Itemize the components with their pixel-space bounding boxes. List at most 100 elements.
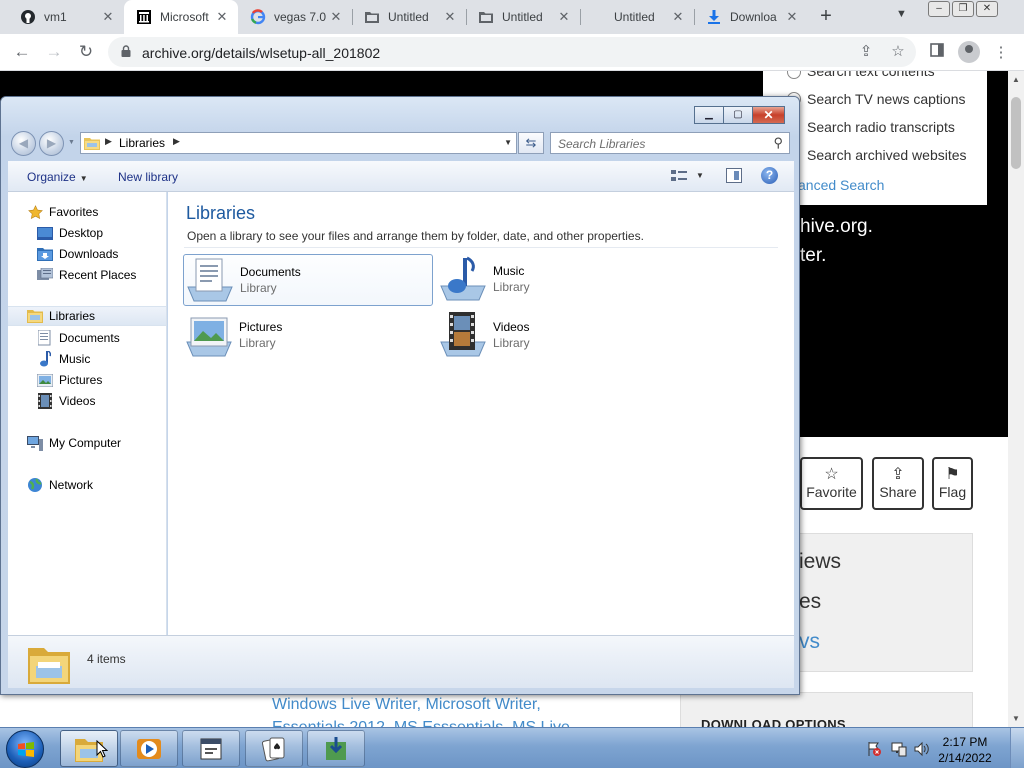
back-arrow-icon[interactable]: ← (12, 42, 32, 62)
forward-arrow-icon[interactable]: → (44, 42, 64, 62)
tab-search-chevron-icon[interactable]: ▼ (896, 8, 907, 20)
library-music[interactable]: Music Library (437, 254, 687, 306)
close-button[interactable]: ✕ (976, 1, 998, 17)
scrollbar-thumb[interactable] (1011, 97, 1021, 169)
minimize-button[interactable]: – (928, 1, 950, 17)
nav-label: Desktop (59, 226, 104, 240)
taskbar-solitaire-button[interactable] (245, 730, 303, 767)
new-library-button[interactable]: New library (118, 170, 178, 184)
new-tab-button[interactable]: + (814, 5, 838, 29)
tab-title: vm1 (44, 10, 67, 24)
nav-my-computer[interactable]: My Computer (27, 433, 121, 453)
breadcrumb-arrow-icon[interactable]: ▶ (105, 136, 112, 147)
nav-downloads[interactable]: Downloads (37, 244, 118, 264)
search-option-websites[interactable]: Search archived websites (807, 147, 967, 163)
nav-network[interactable]: Network (27, 475, 93, 495)
media-player-icon (137, 738, 161, 759)
maximize-button[interactable]: ❐ (952, 1, 974, 17)
taskbar-installer-button[interactable] (307, 730, 365, 767)
explorer-forward-button[interactable]: ▶ (39, 131, 64, 156)
tab-microsoft[interactable]: Microsoft ✕ (124, 0, 238, 34)
keywords-line[interactable]: Essentials 2012, MS Esssentials, MS Live (272, 716, 602, 727)
flag-button[interactable]: ⚑ Flag (932, 457, 973, 510)
network-globe-icon (27, 477, 43, 493)
bookmark-star-icon[interactable]: ☆ (889, 43, 907, 61)
close-tab-icon[interactable]: ✕ (670, 9, 686, 25)
pictures-library-icon (186, 317, 232, 357)
explorer-close-button[interactable]: ✕ (752, 106, 785, 124)
side-panel-icon[interactable] (926, 42, 948, 64)
taskbar-app-window-button[interactable] (182, 730, 240, 767)
tab-untitled-2[interactable]: Untitled ✕ (466, 0, 580, 34)
explorer-search-input[interactable]: Search Libraries ⚲ (550, 132, 790, 154)
share-icon[interactable]: ⇪ (857, 43, 875, 61)
change-view-icon[interactable] (671, 169, 687, 183)
close-tab-icon[interactable]: ✕ (784, 9, 800, 25)
explorer-maximize-button[interactable]: ▢ (723, 106, 753, 124)
keywords-line[interactable]: Windows Live Writer, Microsoft Writer, (272, 693, 602, 716)
organize-menu[interactable]: Organize ▼ (27, 170, 88, 184)
close-tab-icon[interactable]: ✕ (328, 9, 344, 25)
show-desktop-button[interactable] (1010, 728, 1024, 768)
nav-desktop[interactable]: Desktop (37, 223, 103, 243)
explorer-address-bar[interactable]: ▶ Libraries ▶ ▼ (80, 132, 517, 154)
archive-org-icon (136, 9, 152, 25)
close-tab-icon[interactable]: ✕ (556, 9, 572, 25)
network-status-icon[interactable] (891, 741, 907, 757)
volume-speaker-icon[interactable] (914, 741, 930, 757)
share-button[interactable]: ⇪ Share (872, 457, 924, 510)
refresh-button[interactable]: ⇆ (518, 132, 544, 154)
breadcrumb-arrow-icon[interactable]: ▶ (173, 136, 180, 147)
system-clock[interactable]: 2:17 PM 2/14/2022 (930, 734, 1000, 766)
views-dropdown-icon[interactable]: ▼ (696, 171, 704, 180)
profile-avatar[interactable] (958, 41, 980, 63)
action-center-flag-icon[interactable] (866, 741, 882, 757)
library-videos[interactable]: Videos Library (437, 310, 687, 362)
nav-recent-places[interactable]: Recent Places (37, 265, 136, 285)
advanced-search-link[interactable]: vanced Search (791, 177, 884, 193)
kebab-menu-icon[interactable]: ⋮ (990, 42, 1012, 64)
tab-untitled-3[interactable]: Untitled ✕ (580, 0, 694, 34)
nav-music[interactable]: Music (37, 349, 90, 369)
tab-vegas[interactable]: vegas 7.0 ✕ (238, 0, 352, 34)
recent-pages-chevron-icon[interactable]: ▼ (68, 139, 75, 146)
nav-videos[interactable]: Videos (37, 391, 95, 411)
preview-pane-icon[interactable] (726, 168, 742, 183)
explorer-minimize-button[interactable]: ▁ (694, 106, 724, 124)
explorer-window: ▁ ▢ ✕ ◀ ▶ ▼ ▶ Libraries ▶ ▼ ⇆ Search Lib… (0, 96, 800, 695)
favorite-button[interactable]: ☆ Favorite (800, 457, 863, 510)
nav-documents[interactable]: Documents (37, 328, 120, 348)
start-button[interactable] (6, 730, 44, 768)
search-option-radio[interactable]: Search radio transcripts (807, 119, 955, 135)
library-pictures[interactable]: Pictures Library (183, 310, 433, 362)
radio-search-text[interactable] (787, 71, 801, 79)
tab-vm1[interactable]: vm1 ✕ (8, 0, 124, 34)
nav-favorites[interactable]: Favorites (27, 202, 98, 222)
close-tab-icon[interactable]: ✕ (442, 9, 458, 25)
close-tab-icon[interactable]: ✕ (100, 9, 116, 25)
reviews-link[interactable]: vs (799, 630, 820, 654)
search-option-tv[interactable]: Search TV news captions (807, 91, 966, 107)
flag-icon: ⚑ (945, 466, 960, 483)
close-tab-icon[interactable]: ✕ (214, 9, 230, 25)
explorer-back-button[interactable]: ◀ (11, 131, 36, 156)
nav-pictures[interactable]: Pictures (37, 370, 102, 390)
tab-untitled-1[interactable]: Untitled ✕ (352, 0, 466, 34)
taskbar-explorer-button[interactable] (60, 730, 118, 767)
windows-logo-icon (18, 742, 34, 757)
tab-downloads[interactable]: Downloa ✕ (694, 0, 808, 34)
library-type: Library (493, 336, 530, 350)
address-bar[interactable]: archive.org/details/wlsetup-all_201802 ⇪… (108, 37, 916, 67)
address-text[interactable]: Libraries (119, 136, 165, 150)
page-scrollbar[interactable]: ▲ ▼ (1008, 71, 1024, 727)
nav-libraries[interactable]: Libraries (8, 306, 166, 326)
library-documents[interactable]: Documents Library (183, 254, 433, 306)
scroll-up-arrow-icon[interactable]: ▲ (1012, 75, 1020, 84)
taskbar-media-player-button[interactable] (120, 730, 178, 767)
windows-taskbar: 2:17 PM 2/14/2022 (0, 727, 1024, 768)
scroll-down-arrow-icon[interactable]: ▼ (1012, 714, 1020, 723)
search-option-text[interactable]: Search text contents (807, 71, 935, 79)
address-dropdown-icon[interactable]: ▼ (504, 138, 512, 147)
help-icon[interactable]: ? (761, 167, 778, 184)
reload-icon[interactable]: ↻ (76, 42, 96, 62)
